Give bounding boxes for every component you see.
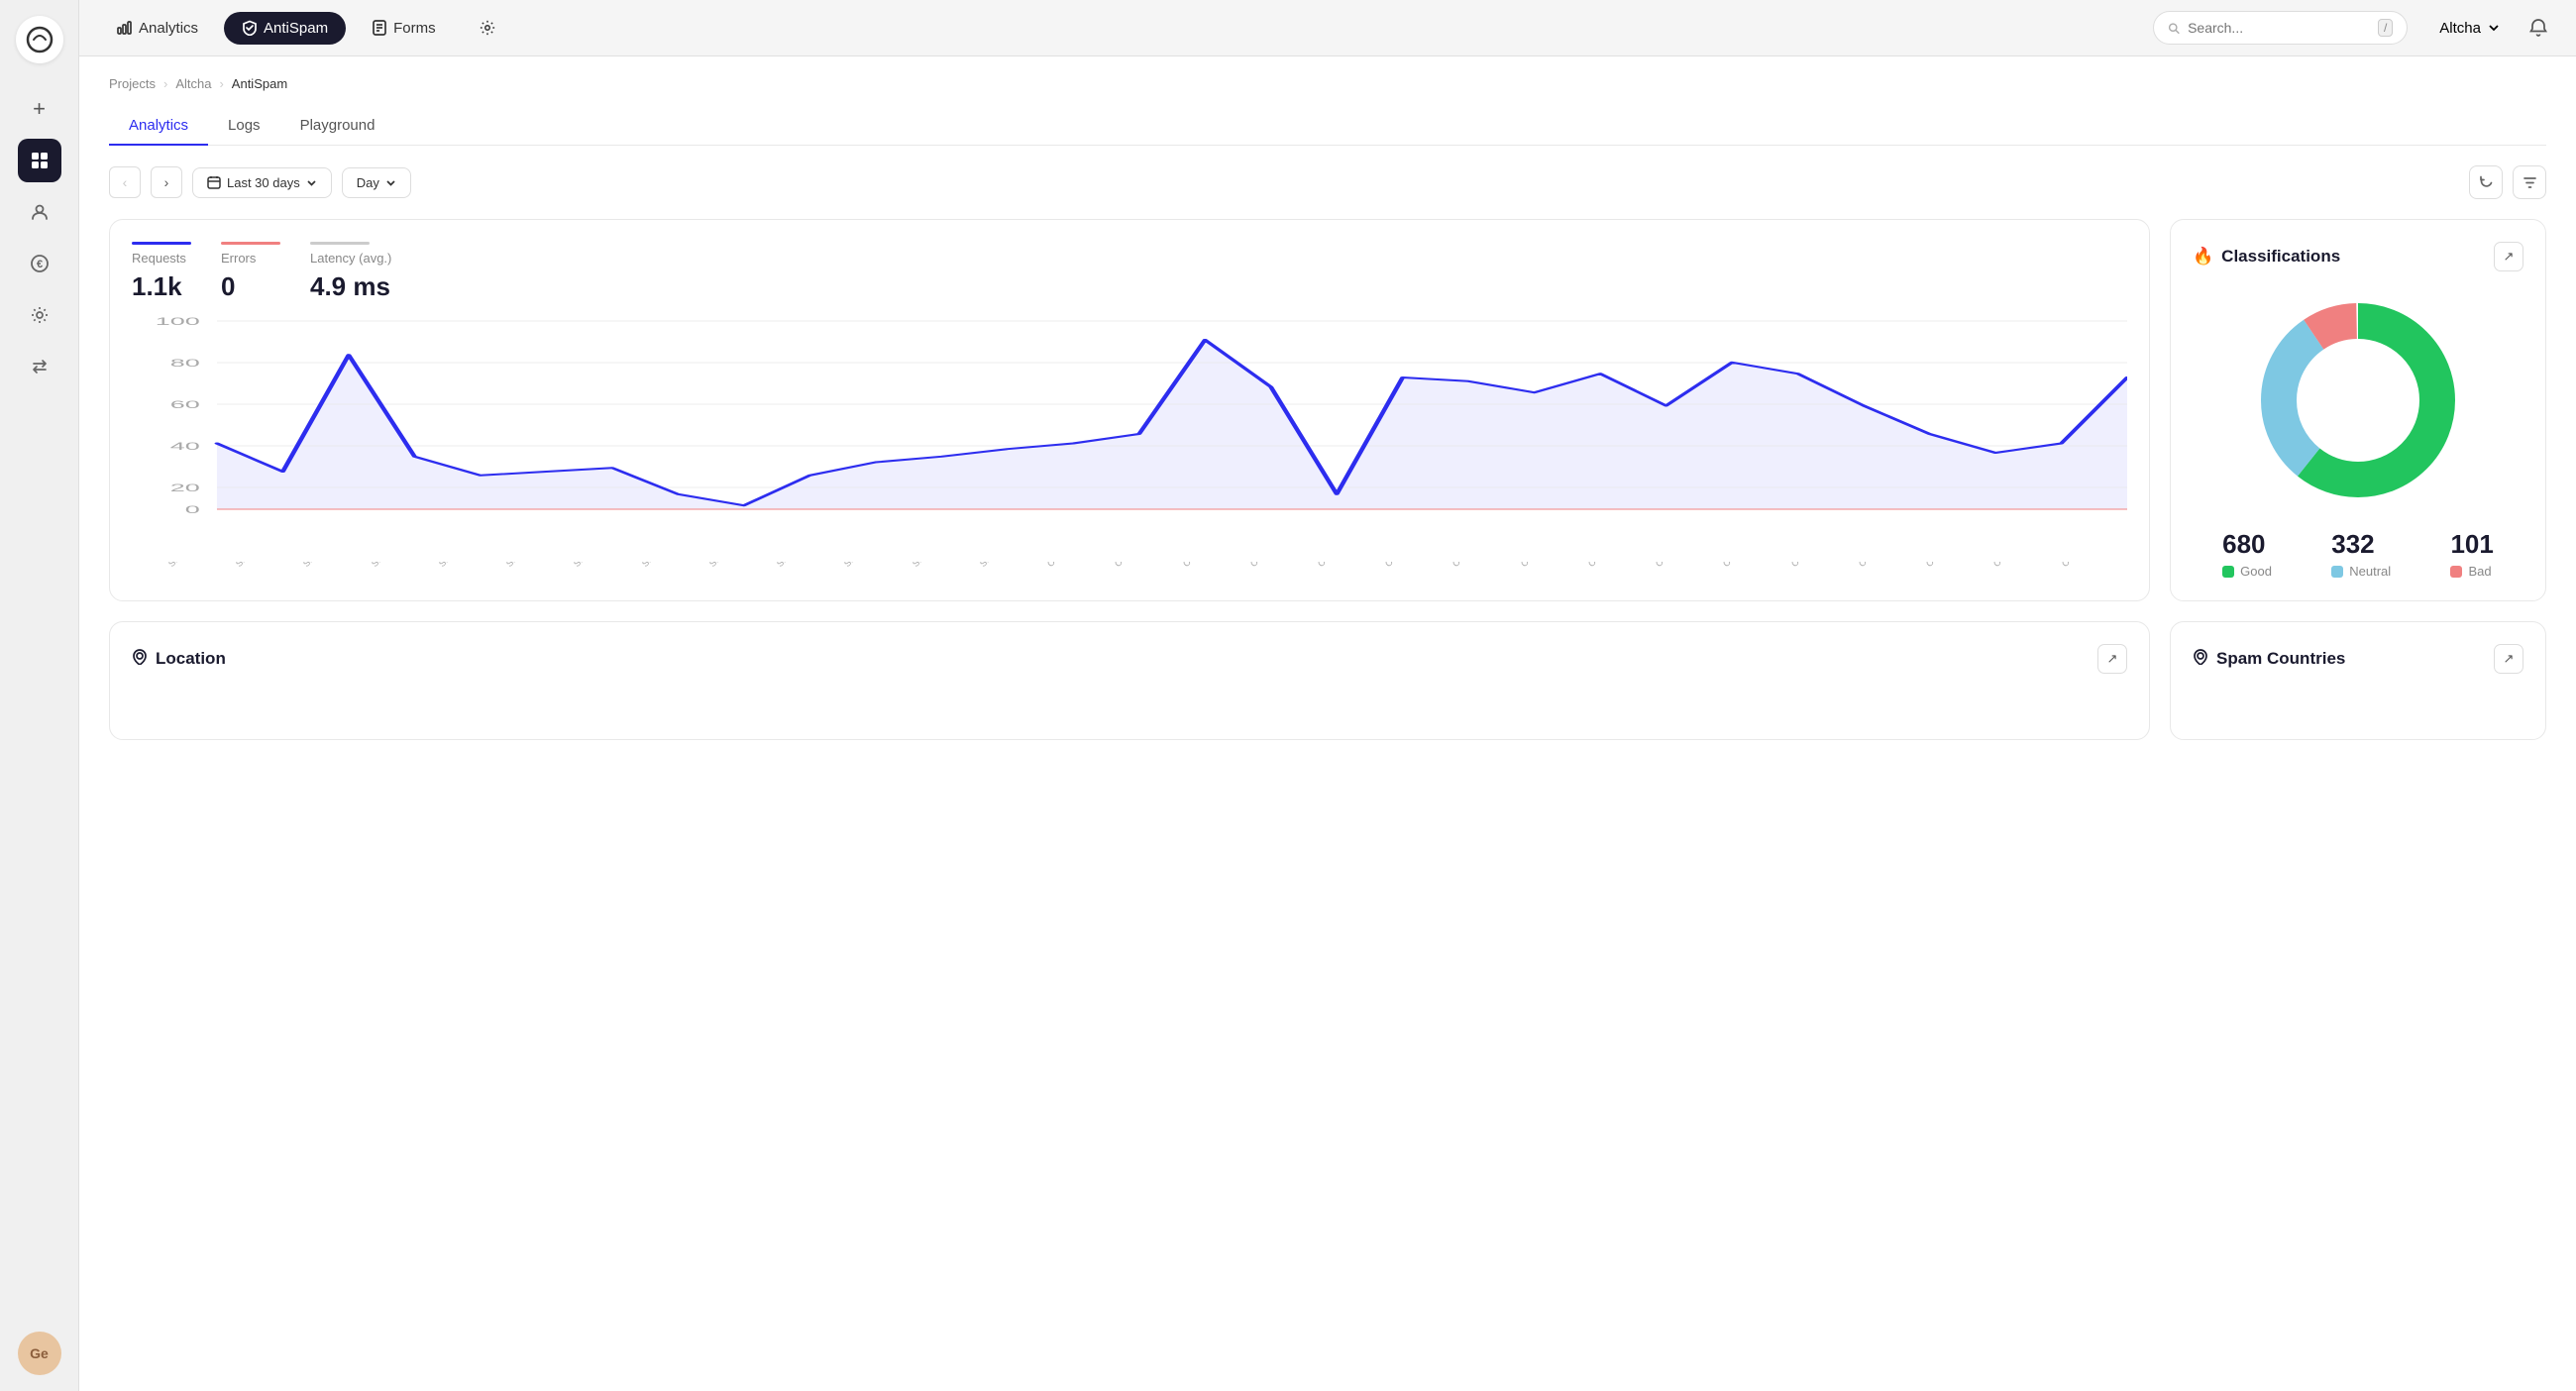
nav-tab-gear[interactable] bbox=[462, 12, 513, 44]
errors-line bbox=[221, 242, 280, 245]
svg-text:100: 100 bbox=[156, 316, 200, 328]
spam-countries-card: Spam Countries ↗ bbox=[2170, 621, 2546, 740]
x-labels-row: Sep 18Sep 19Sep 20Sep 21Sep 22Sep 23Sep … bbox=[166, 562, 2127, 572]
user-menu[interactable]: Altcha bbox=[2427, 14, 2513, 43]
next-arrow[interactable]: › bbox=[151, 166, 182, 198]
tab-logs[interactable]: Logs bbox=[208, 107, 280, 146]
spam-countries-title: Spam Countries bbox=[2193, 649, 2345, 670]
sidebar-item-users[interactable] bbox=[18, 190, 61, 234]
refresh-icon bbox=[2479, 175, 2494, 190]
chevron-down-icon bbox=[2487, 21, 2501, 35]
svg-text:40: 40 bbox=[170, 440, 200, 452]
chevron-down-icon-gran bbox=[385, 177, 396, 188]
legend-latency: Latency (avg.) 4.9 ms bbox=[310, 242, 391, 302]
add-button[interactable]: + bbox=[18, 87, 61, 131]
svg-text:€: € bbox=[36, 259, 42, 270]
page-tabs: Analytics Logs Playground bbox=[109, 107, 2546, 146]
main-area: Analytics AntiSpam Forms bbox=[79, 0, 2576, 1391]
svg-text:20: 20 bbox=[170, 482, 200, 493]
expand-classifications[interactable]: ↗ bbox=[2494, 242, 2523, 271]
donut-chart bbox=[2249, 291, 2467, 509]
tab-analytics[interactable]: Analytics bbox=[109, 107, 208, 146]
nav-tab-antispam[interactable]: AntiSpam bbox=[224, 12, 346, 45]
calendar-icon bbox=[207, 175, 221, 189]
fire-icon: 🔥 bbox=[2193, 247, 2213, 267]
breadcrumb: Projects › Altcha › AntiSpam bbox=[109, 76, 2546, 91]
chevron-down-icon-date bbox=[306, 177, 317, 188]
stat-neutral: 332 Neutral bbox=[2331, 529, 2391, 579]
location-card: Location ↗ bbox=[109, 621, 2150, 740]
bottom-row: Location ↗ Spam Countries bbox=[109, 621, 2546, 740]
app-logo[interactable] bbox=[16, 16, 63, 63]
date-range-picker[interactable]: Last 30 days bbox=[192, 167, 332, 198]
location-title: Location bbox=[132, 649, 226, 670]
stat-bad: 101 Bad bbox=[2450, 529, 2493, 579]
expand-location[interactable]: ↗ bbox=[2097, 644, 2127, 674]
svg-text:0: 0 bbox=[185, 503, 200, 515]
location-header: Location ↗ bbox=[132, 644, 2127, 674]
legend-requests: Requests 1.1k bbox=[132, 242, 191, 302]
latency-line bbox=[310, 242, 370, 245]
notifications-bell[interactable] bbox=[2521, 10, 2556, 46]
user-avatar[interactable]: Ge bbox=[18, 1332, 61, 1375]
spam-countries-header: Spam Countries ↗ bbox=[2193, 644, 2523, 674]
prev-arrow[interactable]: ‹ bbox=[109, 166, 141, 198]
search-bar: / bbox=[2153, 11, 2408, 45]
chart-legend: Requests 1.1k Errors 0 Latency (avg.) 4.… bbox=[132, 242, 2127, 302]
classifications-header: 🔥 Classifications ↗ bbox=[2193, 242, 2523, 271]
sidebar-item-grid[interactable] bbox=[18, 139, 61, 182]
stat-good: 680 Good bbox=[2222, 529, 2272, 579]
classifications-title: 🔥 Classifications bbox=[2193, 247, 2340, 267]
spam-location-icon bbox=[2193, 649, 2208, 670]
page-content: Projects › Altcha › AntiSpam Analytics L… bbox=[79, 56, 2576, 1391]
sidebar-item-transfers[interactable] bbox=[18, 345, 61, 388]
filter-bar: ‹ › Last 30 days Day bbox=[109, 165, 2546, 199]
sidebar-item-billing[interactable]: € bbox=[18, 242, 61, 285]
kbd-hint: / bbox=[2378, 19, 2393, 37]
donut-chart-container bbox=[2193, 291, 2523, 509]
svg-text:60: 60 bbox=[170, 398, 200, 410]
neutral-dot bbox=[2331, 566, 2343, 578]
line-chart-svg: 100 80 60 40 20 0 bbox=[132, 316, 2127, 524]
dashboard-grid: Requests 1.1k Errors 0 Latency (avg.) 4.… bbox=[109, 219, 2546, 601]
filter-button[interactable] bbox=[2513, 165, 2546, 199]
tab-playground[interactable]: Playground bbox=[280, 107, 395, 146]
legend-errors: Errors 0 bbox=[221, 242, 280, 302]
chart-card: Requests 1.1k Errors 0 Latency (avg.) 4.… bbox=[109, 219, 2150, 601]
classification-stats: 680 Good 332 Neutral 1 bbox=[2193, 529, 2523, 579]
nav-tab-forms[interactable]: Forms bbox=[354, 12, 454, 45]
top-navigation: Analytics AntiSpam Forms bbox=[79, 0, 2576, 56]
nav-tab-analytics[interactable]: Analytics bbox=[99, 12, 216, 45]
requests-line bbox=[132, 242, 191, 245]
good-dot bbox=[2222, 566, 2234, 578]
sidebar: + € Ge bbox=[0, 0, 79, 1391]
chart-area: 100 80 60 40 20 0 bbox=[132, 316, 2127, 554]
location-icon bbox=[132, 649, 148, 670]
bad-dot bbox=[2450, 566, 2462, 578]
search-input[interactable] bbox=[2188, 20, 2370, 36]
granularity-picker[interactable]: Day bbox=[342, 167, 411, 198]
search-icon bbox=[2168, 21, 2180, 36]
refresh-button[interactable] bbox=[2469, 165, 2503, 199]
svg-text:80: 80 bbox=[170, 357, 200, 369]
expand-spam-countries[interactable]: ↗ bbox=[2494, 644, 2523, 674]
filter-icon bbox=[2522, 175, 2537, 190]
sidebar-item-settings[interactable] bbox=[18, 293, 61, 337]
classifications-card: 🔥 Classifications ↗ bbox=[2170, 219, 2546, 601]
